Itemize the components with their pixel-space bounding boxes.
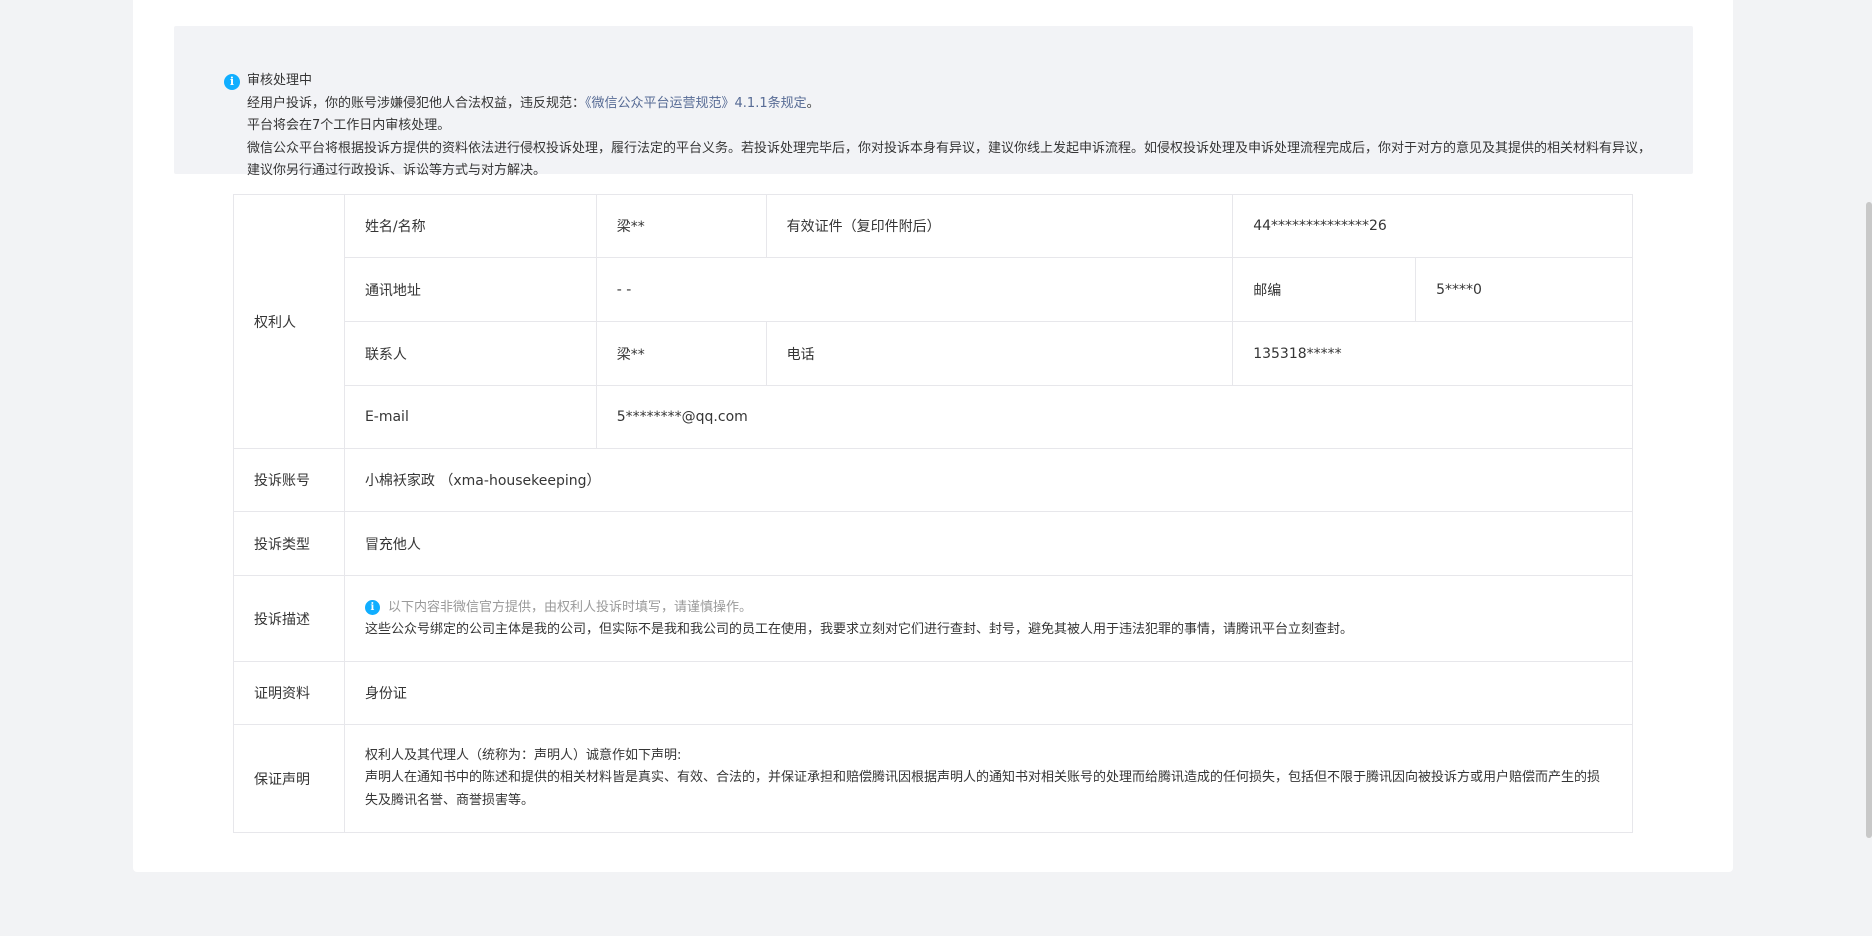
- type-value: 冒充他人: [343, 511, 1634, 576]
- postcode-value: 5****0: [1415, 257, 1633, 322]
- complaint-detail-table: 权利人 姓名/名称 梁** 有效证件（复印件附后） 44************…: [233, 194, 1634, 833]
- contact-label: 联系人: [343, 321, 597, 386]
- id-label: 有效证件（复印件附后）: [765, 194, 1234, 258]
- rules-link[interactable]: 《微信公众平台运营规范》4.1.1条规定: [585, 96, 807, 111]
- notice-line1: 经用户投诉，你的账号涉嫌侵犯他人合法权益，违反规范：《微信公众平台运营规范》4.…: [247, 95, 820, 111]
- account-value: 小棉袄家政 （xma-housekeeping）: [343, 448, 1634, 512]
- desc-label: 投诉描述: [233, 575, 345, 662]
- email-label: E-mail: [343, 385, 597, 449]
- address-label: 通讯地址: [343, 257, 597, 322]
- rights-holder-label: 权利人: [233, 194, 345, 449]
- phone-label: 电话: [765, 321, 1234, 386]
- account-label: 投诉账号: [233, 448, 345, 512]
- scrollbar-track[interactable]: [1866, 0, 1872, 936]
- statement-line2: 声明人在通知书中的陈述和提供的相关材料皆是真实、有效、合法的，并保证承担和赔偿腾…: [364, 770, 1600, 808]
- desc-cell: i 以下内容非微信官方提供，由权利人投诉时填写，请谨慎操作。 这些公众号绑定的公…: [343, 575, 1634, 662]
- postcode-label: 邮编: [1232, 257, 1417, 322]
- name-value: 梁**: [595, 194, 767, 258]
- desc-tip: i 以下内容非微信官方提供，由权利人投诉时填写，请谨慎操作。: [364, 597, 1612, 619]
- proof-label: 证明资料: [233, 661, 345, 725]
- name-label: 姓名/名称: [343, 194, 597, 258]
- type-label: 投诉类型: [233, 511, 345, 576]
- statement-line1: 权利人及其代理人（统称为：声明人）诚意作如下声明:: [364, 747, 682, 763]
- info-icon: i: [364, 600, 380, 615]
- info-icon: i: [224, 74, 240, 90]
- scrollbar-thumb[interactable]: [1866, 202, 1872, 838]
- notice-line2: 平台将会在7个工作日内审核处理。: [247, 118, 451, 133]
- id-value: 44**************26: [1232, 194, 1633, 258]
- desc-value: 这些公众号绑定的公司主体是我的公司，但实际不是我和我公司的员工在使用，我要求立刻…: [364, 621, 1353, 637]
- contact-value: 梁**: [595, 321, 767, 386]
- notice-status: 审核处理中: [247, 73, 313, 88]
- proof-value: 身份证: [343, 661, 1634, 725]
- statement-label: 保证声明: [233, 724, 345, 833]
- phone-value: 135318*****: [1232, 321, 1633, 386]
- address-value: - -: [595, 257, 1234, 322]
- status-notice: i 审核处理中 经用户投诉，你的账号涉嫌侵犯他人合法权益，违反规范：《微信公众平…: [174, 26, 1693, 178]
- email-value: 5********@qq.com: [595, 385, 1634, 449]
- notice-line3: 微信公众平台将根据投诉方提供的资料依法进行侵权投诉处理，履行法定的平台义务。若投…: [247, 140, 1652, 179]
- statement-cell: 权利人及其代理人（统称为：声明人）诚意作如下声明: 声明人在通知书中的陈述和提供…: [343, 724, 1634, 833]
